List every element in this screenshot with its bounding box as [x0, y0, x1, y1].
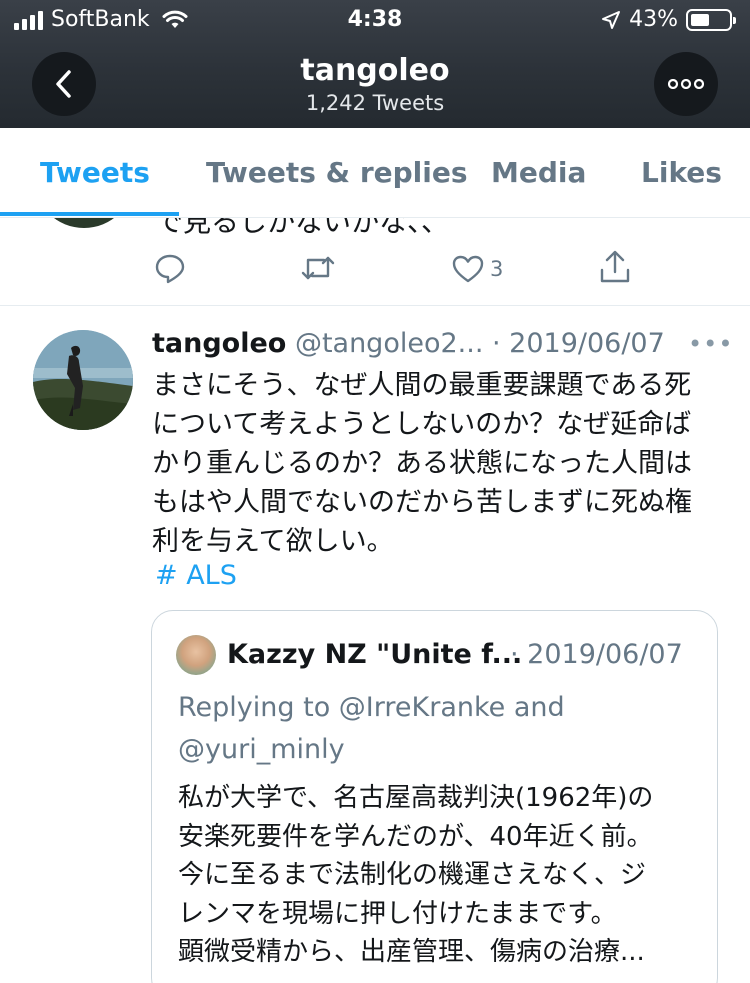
- header-title-block: tangoleo 1,242 Tweets: [0, 52, 750, 116]
- like-button[interactable]: 3: [452, 254, 503, 284]
- tab-tweets-and-replies[interactable]: Tweets & replies: [206, 156, 468, 189]
- tweet-text-line: かり重んじるのか？ある状態になった人間は: [152, 448, 692, 479]
- tab-media[interactable]: Media: [491, 156, 586, 189]
- reply-icon: [155, 254, 185, 284]
- profile-tabs: Tweets Tweets & replies Media Likes: [0, 128, 750, 218]
- replying-to-line: Replying to @IrreKranke and: [178, 692, 565, 723]
- heart-icon: [452, 255, 484, 283]
- avatar[interactable]: [33, 330, 133, 430]
- quoted-tweet[interactable]: Kazzy NZ "Unite f... · 2019/06/07 Replyi…: [151, 610, 718, 983]
- tweet[interactable]: tangoleo @tangoleo2... · 2019/06/07 ••• …: [0, 306, 750, 983]
- tweet-text: まさにそう、なぜ人間の最重要課題である死 について考えようとしないのか？なぜ延命…: [152, 366, 722, 561]
- quoted-text-line: レンマを現場に押し付けたままです。: [178, 898, 617, 929]
- quoted-avatar: [176, 635, 216, 675]
- quoted-author-name: Kazzy NZ "Unite f...: [227, 639, 523, 670]
- battery-icon: [686, 8, 736, 31]
- reply-button[interactable]: [154, 252, 186, 284]
- replying-to: Replying to @IrreKranke and @yuri_minly: [178, 687, 698, 771]
- quoted-tweet-date: · 2019/06/07: [510, 639, 683, 670]
- quoted-tweet-header: Kazzy NZ "Unite f... · 2019/06/07: [227, 637, 707, 673]
- tweet-text-line: 利を与えて欲しい。: [152, 526, 394, 557]
- avatar-photo: [33, 330, 133, 430]
- tweet-count: 1,242 Tweets: [305, 91, 445, 115]
- retweet-button[interactable]: [300, 252, 336, 284]
- more-horizontal-icon: [668, 79, 704, 89]
- like-count: 3: [490, 257, 504, 281]
- quoted-text-line: 顕微受精から、出産管理、傷病の治療...: [178, 937, 645, 967]
- tweet-more-icon[interactable]: •••: [688, 326, 733, 362]
- active-tab-indicator: [0, 212, 179, 216]
- avatar[interactable]: [34, 218, 134, 228]
- hashtag-link[interactable]: # ALS: [155, 560, 237, 591]
- share-icon: [600, 250, 630, 283]
- author-name[interactable]: tangoleo: [152, 328, 286, 359]
- page-title: tangoleo: [300, 53, 450, 88]
- retweet-icon: [301, 256, 335, 280]
- status-bar: SoftBank 4:38 43%: [0, 0, 750, 40]
- quoted-text-line: 今に至るまで法制化の機運さえなく、ジ: [178, 860, 647, 890]
- tweet-date: · 2019/06/07: [492, 328, 665, 359]
- tweet-text-line: について考えようとしないのか？なぜ延命ば: [152, 409, 692, 440]
- battery-percent: 43%: [629, 7, 678, 32]
- replying-to-line: @yuri_minly: [178, 734, 345, 765]
- share-button[interactable]: [599, 250, 631, 284]
- quoted-text-line: 安楽死要件を学んだのが、40年近く前。: [178, 821, 653, 852]
- location-arrow-icon: [602, 10, 621, 29]
- quoted-text-line: 私が大学で、名古屋高裁判決(1962年)の: [178, 783, 654, 813]
- author-handle[interactable]: @tangoleo2...: [295, 328, 483, 359]
- tweet-header: tangoleo @tangoleo2... · 2019/06/07 •••: [152, 326, 732, 362]
- previous-tweet[interactable]: で見るしかないかな、、 3: [0, 218, 750, 306]
- profile-header: SoftBank 4:38 43% tangoleo 1,242 Tweets: [0, 0, 750, 128]
- tab-tweets[interactable]: Tweets: [40, 156, 150, 189]
- more-options-button[interactable]: [654, 52, 718, 116]
- tweet-text-line: もはや人間でないのだから苦しまずに死ぬ権: [152, 487, 692, 518]
- tweet-text-line: まさにそう、なぜ人間の最重要課題である死: [152, 370, 692, 401]
- quoted-tweet-text: 私が大学で、名古屋高裁判決(1962年)の 安楽死要件を学んだのが、40年近く前…: [178, 779, 708, 972]
- tweet-text: で見るしかないかな、、: [155, 218, 450, 238]
- tab-likes[interactable]: Likes: [641, 156, 722, 189]
